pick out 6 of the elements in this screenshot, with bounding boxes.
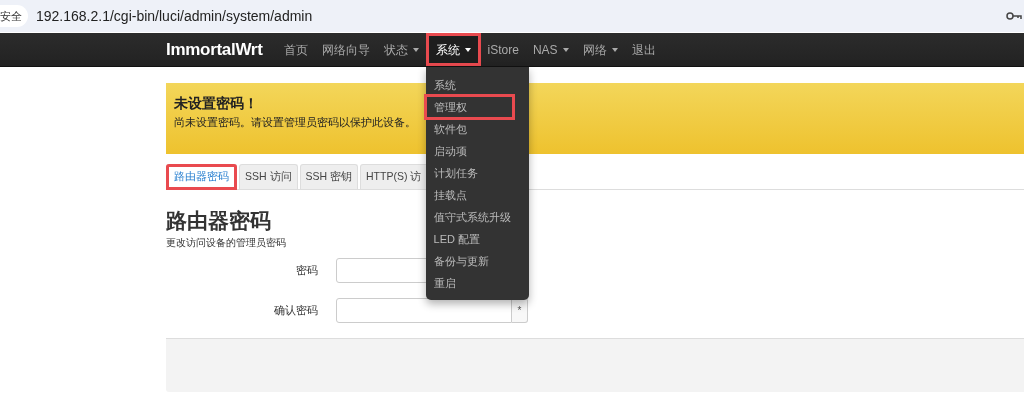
section-title: 路由器密码: [166, 207, 271, 233]
alert-message: 尚未设置密码。请设置管理员密码以保护此设备。: [174, 114, 416, 130]
section-description: 更改访问设备的管理员密码: [166, 235, 286, 250]
field-label: 确认密码: [273, 303, 318, 319]
field-label: 密码: [295, 263, 318, 279]
alert-title: 未设置密码！: [174, 95, 258, 112]
